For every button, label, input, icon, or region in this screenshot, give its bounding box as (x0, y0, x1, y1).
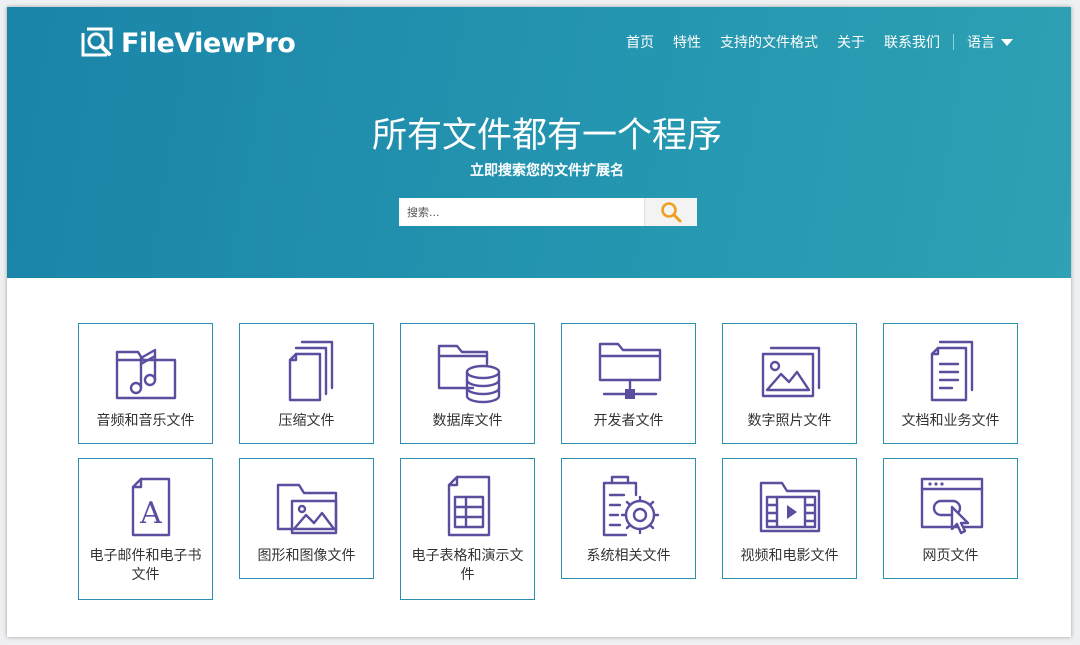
category-card-video[interactable]: 视频和电影文件 (722, 458, 857, 579)
category-label: 开发者文件 (593, 413, 664, 429)
image-folder-icon (276, 483, 338, 535)
category-card-compressed[interactable]: 压缩文件 (239, 323, 374, 444)
category-card-database[interactable]: 数据库文件 (400, 323, 535, 444)
photos-icon (761, 346, 821, 398)
category-label: 数据库文件 (432, 413, 503, 429)
category-label: 数字照片文件 (747, 413, 832, 429)
category-card-ebook[interactable]: A 电子邮件和电子书文件 (78, 458, 213, 600)
search-box (399, 198, 697, 226)
page-title: 所有文件都有一个程序 (371, 116, 722, 156)
nav-contact[interactable]: 联系我们 (884, 32, 940, 52)
category-card-photos[interactable]: 数字照片文件 (722, 323, 857, 444)
category-label: 视频和电影文件 (740, 548, 839, 564)
database-folder-icon (437, 344, 501, 404)
svg-text:A: A (139, 496, 162, 531)
network-folder-icon (598, 342, 662, 399)
nav-divider (953, 34, 954, 50)
category-card-audio[interactable]: 音频和音乐文件 (78, 323, 213, 444)
browser-page: FileViewPro 首页 特性 支持的文件格式 关于 联系我们 语言 所有文… (7, 7, 1071, 637)
category-card-spreadsheet[interactable]: 电子表格和演示文件 (400, 458, 535, 600)
ebook-icon: A (131, 477, 171, 537)
category-label: 压缩文件 (278, 413, 335, 429)
category-label: 系统相关文件 (586, 548, 671, 564)
search-button[interactable] (644, 198, 697, 226)
category-card-documents[interactable]: 文档和业务文件 (883, 323, 1018, 444)
category-card-system[interactable]: 系统相关文件 (561, 458, 696, 579)
search-input[interactable] (399, 198, 645, 226)
music-folder-icon (115, 348, 177, 400)
chevron-down-icon (1001, 38, 1013, 46)
magnifier-logo-icon (81, 27, 113, 57)
category-label: 图形和图像文件 (257, 548, 356, 564)
category-card-developer[interactable]: 开发者文件 (561, 323, 696, 444)
stacked-files-icon (288, 340, 334, 402)
language-dropdown[interactable]: 语言 (967, 32, 1013, 52)
logo[interactable]: FileViewPro (79, 27, 296, 59)
category-label: 音频和音乐文件 (96, 413, 195, 429)
video-folder-icon (759, 481, 821, 533)
hero-banner: FileViewPro 首页 特性 支持的文件格式 关于 联系我们 语言 所有文… (7, 7, 1071, 278)
main-nav: 首页 特性 支持的文件格式 关于 联系我们 语言 (607, 31, 1013, 53)
page-subtitle: 立即搜索您的文件扩展名 (470, 163, 624, 179)
search-icon (661, 202, 682, 223)
nav-home[interactable]: 首页 (626, 32, 654, 52)
system-gear-icon (602, 475, 660, 537)
spreadsheet-icon (447, 475, 491, 537)
category-card-web[interactable]: 网页文件 (883, 458, 1018, 579)
category-label: 电子表格和演示文件 (411, 548, 524, 583)
category-label: 文档和业务文件 (901, 413, 1000, 429)
nav-about[interactable]: 关于 (837, 32, 865, 52)
logo-text: FileViewPro (121, 27, 296, 59)
nav-formats[interactable]: 支持的文件格式 (720, 32, 818, 52)
webpage-icon (920, 477, 984, 535)
nav-features[interactable]: 特性 (673, 32, 701, 52)
category-card-graphics[interactable]: 图形和图像文件 (239, 458, 374, 579)
category-label: 网页文件 (922, 548, 979, 564)
category-label: 电子邮件和电子书文件 (89, 548, 202, 583)
language-label: 语言 (967, 35, 995, 51)
document-icon (930, 340, 974, 402)
